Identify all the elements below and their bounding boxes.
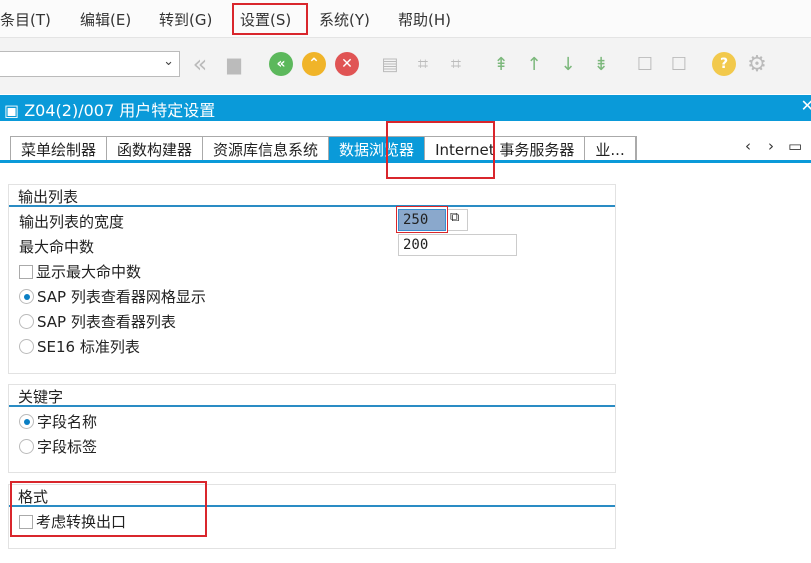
radio-field-label[interactable]: 字段标签	[19, 436, 97, 457]
menu-bar: 条目(T) 编辑(E) 转到(G) 设置(S) 系统(Y) 帮助(H)	[0, 0, 811, 38]
radio-label: 字段标签	[37, 438, 98, 456]
highlight-box	[386, 121, 495, 179]
tab-repository-info[interactable]: 资源库信息系统	[203, 137, 330, 161]
tab-menu-painter[interactable]: 菜单绘制器	[11, 137, 108, 161]
menu-goto[interactable]: 转到(G)	[159, 9, 212, 30]
find-next-icon[interactable]: ⌗	[444, 52, 468, 76]
last-page-icon[interactable]: ⇟	[589, 52, 613, 76]
width-label: 输出列表的宽度	[19, 213, 125, 231]
title-icon: ▣	[4, 101, 25, 120]
previous-page-icon[interactable]: ↑	[522, 52, 546, 76]
radio-icon[interactable]	[19, 289, 34, 304]
radio-label: 字段名称	[37, 413, 98, 431]
menu-system[interactable]: 系统(Y)	[319, 9, 370, 30]
chevron-down-icon[interactable]: ⌄	[163, 54, 174, 69]
tab-function-builder[interactable]: 函数构建器	[107, 137, 204, 161]
tab-strip: 菜单绘制器 函数构建器 资源库信息系统 数据浏览器 Internet 事务服务器…	[10, 136, 637, 161]
print-icon[interactable]: ▤	[378, 52, 402, 76]
highlight-box	[396, 206, 448, 233]
save-icon[interactable]: ▆	[222, 52, 246, 76]
back-double-icon[interactable]: «	[188, 50, 212, 78]
max-hits-label: 最大命中数	[19, 238, 95, 256]
highlight-box	[232, 3, 308, 35]
checkbox-label: 显示最大命中数	[36, 263, 142, 281]
radio-icon[interactable]	[19, 314, 34, 329]
first-page-icon[interactable]: ⇞	[489, 52, 513, 76]
tab-list-icon[interactable]: ▭	[788, 137, 802, 155]
checkbox-icon[interactable]	[19, 264, 33, 279]
tab-more[interactable]: 业...	[585, 137, 636, 161]
cancel-icon[interactable]: ✕	[335, 52, 359, 76]
radio-label: SAP 列表查看器列表	[37, 313, 176, 331]
settings-icon[interactable]: ⚙	[745, 52, 769, 77]
close-icon[interactable]: ✕	[801, 96, 811, 115]
help-icon[interactable]: ?	[712, 52, 736, 76]
menu-edit[interactable]: 编辑(E)	[80, 9, 131, 30]
max-hits-input[interactable]: 200	[398, 234, 517, 256]
radio-se16-list[interactable]: SE16 标准列表	[19, 336, 140, 357]
radio-alv-list[interactable]: SAP 列表查看器列表	[19, 311, 176, 332]
title-bar: ▣ Z04(2)/007 用户特定设置 ✕	[0, 95, 811, 121]
next-page-icon[interactable]: ↓	[556, 52, 580, 76]
group-title: 输出列表	[9, 185, 615, 207]
show-max-hits-checkbox[interactable]: 显示最大命中数	[19, 261, 141, 282]
radio-label: SAP 列表查看器网格显示	[37, 288, 206, 306]
shortcut-icon[interactable]: ☐	[667, 52, 691, 76]
radio-icon[interactable]	[19, 339, 34, 354]
exit-icon[interactable]: ⌃	[302, 52, 326, 76]
group-title: 关键字	[9, 385, 615, 407]
radio-alv-grid[interactable]: SAP 列表查看器网格显示	[19, 286, 206, 307]
command-field[interactable]: ⌄	[0, 51, 180, 77]
tab-next-icon[interactable]: ›	[768, 137, 774, 155]
highlight-box	[10, 481, 207, 537]
menu-help[interactable]: 帮助(H)	[398, 9, 451, 30]
value-help-icon[interactable]: ⧉	[447, 209, 468, 231]
radio-label: SE16 标准列表	[37, 338, 140, 356]
tab-prev-icon[interactable]: ‹	[745, 137, 751, 155]
back-icon[interactable]: «	[269, 52, 293, 76]
radio-field-name[interactable]: 字段名称	[19, 411, 97, 432]
find-icon[interactable]: ⌗	[411, 52, 435, 76]
keywords-group: 关键字	[8, 384, 616, 473]
radio-icon[interactable]	[19, 414, 34, 429]
menu-entry[interactable]: 条目(T)	[0, 9, 51, 30]
new-session-icon[interactable]: ☐	[633, 52, 657, 76]
page-title: Z04(2)/007 用户特定设置	[24, 101, 216, 120]
radio-icon[interactable]	[19, 439, 34, 454]
